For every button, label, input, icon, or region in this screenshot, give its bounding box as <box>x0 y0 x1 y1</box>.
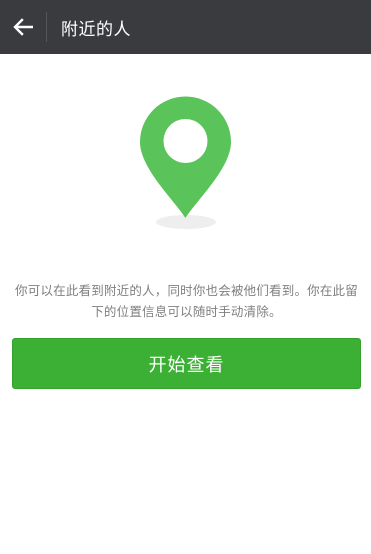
title-divider <box>46 12 47 42</box>
title-bar: 附近的人 <box>0 0 371 54</box>
start-viewing-button[interactable]: 开始查看 <box>12 338 361 389</box>
location-pin-icon <box>140 96 231 229</box>
back-arrow-icon[interactable] <box>13 18 33 36</box>
description-text: 你可以在此看到附近的人，同时你也会被他们看到。你在此留下的位置信息可以随时手动清… <box>15 283 358 319</box>
main-content: 你可以在此看到附近的人，同时你也会被他们看到。你在此留下的位置信息可以随时手动清… <box>0 54 371 554</box>
location-illustration <box>128 90 243 240</box>
back-button[interactable] <box>0 0 46 54</box>
page-title: 附近的人 <box>61 19 131 40</box>
pin-hole <box>163 119 208 163</box>
